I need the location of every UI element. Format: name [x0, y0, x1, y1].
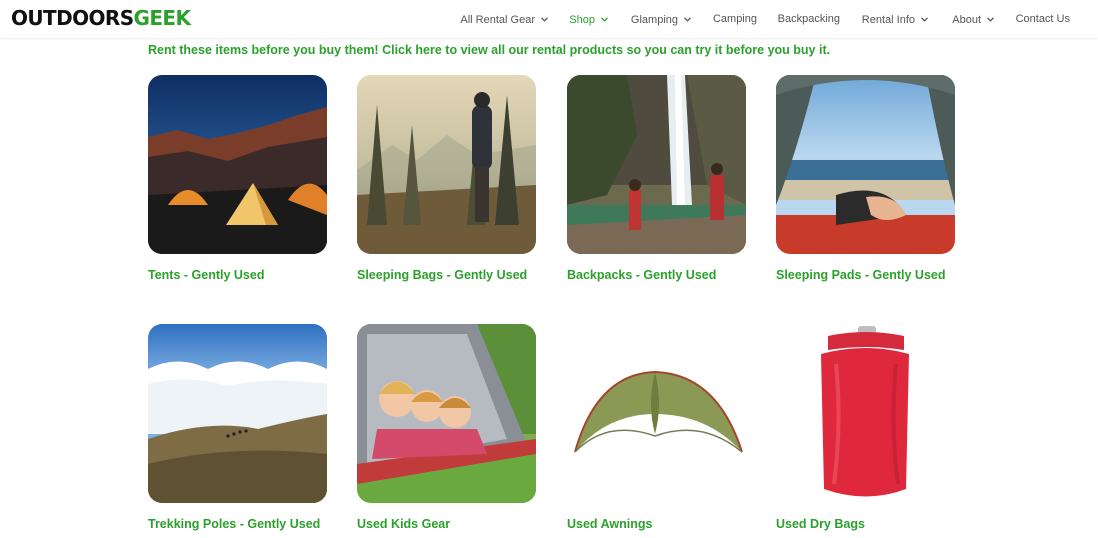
nav-item-label: Camping [712, 13, 757, 25]
product-label[interactable]: Tents - Gently Used [148, 267, 388, 283]
nav-item-label: All Rental Gear [460, 14, 535, 26]
product-label[interactable]: Trekking Poles - Gently Used [148, 516, 388, 532]
logo-text-geek: GEEK [133, 6, 191, 30]
product-label[interactable]: Used Awnings [567, 516, 807, 532]
green-awning-photo[interactable] [567, 324, 746, 503]
chevron-down-icon [684, 11, 691, 27]
product-card-sleeping-pads[interactable]: Sleeping Pads - Gently Used [776, 75, 955, 282]
product-card-tents[interactable]: Tents - Gently Used [148, 75, 327, 282]
product-label[interactable]: Sleeping Pads - Gently Used [776, 267, 1016, 283]
site-header: OUTDOORSGEEK All Rental Gear Shop Glampi… [0, 0, 1098, 38]
chevron-down-icon [987, 11, 994, 27]
nav-item-glamping[interactable]: Glamping [631, 11, 691, 27]
nav-item-label: Rental Info [861, 14, 915, 26]
red-dry-bag-photo[interactable] [776, 324, 955, 503]
nav-item-rental-info[interactable]: Rental Info [862, 11, 928, 27]
chevron-down-icon [541, 11, 548, 27]
logo-text-outdoors: OUTDOORS [11, 6, 134, 30]
product-card-trekking-poles[interactable]: Trekking Poles - Gently Used [148, 324, 327, 531]
product-label[interactable]: Backpacks - Gently Used [567, 267, 807, 283]
site-logo[interactable]: OUTDOORSGEEK [11, 6, 191, 30]
nav-item-about[interactable]: About [952, 11, 994, 27]
nav-item-label: Shop [569, 14, 595, 26]
tent-at-night-photo[interactable] [148, 75, 327, 254]
nav-item-label: Backpacking [777, 13, 840, 25]
product-card-awnings[interactable]: Used Awnings [567, 324, 746, 531]
nav-item-shop[interactable]: Shop [569, 11, 608, 27]
nav-item-backpacking[interactable]: Backpacking [778, 11, 840, 27]
kids-in-tent-photo[interactable] [357, 324, 536, 503]
tent-beach-view-photo[interactable] [776, 75, 955, 254]
product-card-backpacks[interactable]: Backpacks - Gently Used [567, 75, 746, 282]
nav-item-label: Glamping [630, 14, 678, 26]
product-label[interactable]: Sleeping Bags - Gently Used [357, 267, 597, 283]
hikers-above-clouds-photo[interactable] [148, 324, 327, 503]
product-card-dry-bags[interactable]: Used Dry Bags [776, 324, 955, 531]
nav-item-contact-us[interactable]: Contact Us [1016, 11, 1070, 27]
chevron-down-icon [921, 11, 928, 27]
nav-item-label: About [952, 14, 981, 26]
hiker-in-forest-photo[interactable] [357, 75, 536, 254]
product-label[interactable]: Used Dry Bags [776, 516, 1016, 532]
nav-item-all-rental-gear[interactable]: All Rental Gear [460, 11, 548, 27]
product-card-sleeping-bags[interactable]: Sleeping Bags - Gently Used [357, 75, 536, 282]
nav-item-camping[interactable]: Camping [713, 11, 757, 27]
promo-link[interactable]: Rent these items before you buy them! Cl… [148, 42, 968, 58]
product-label[interactable]: Used Kids Gear [357, 516, 597, 532]
product-card-kids-gear[interactable]: Used Kids Gear [357, 324, 536, 531]
chevron-down-icon [601, 11, 608, 27]
nav-item-label: Contact Us [1015, 13, 1070, 25]
waterfall-hikers-photo[interactable] [567, 75, 746, 254]
